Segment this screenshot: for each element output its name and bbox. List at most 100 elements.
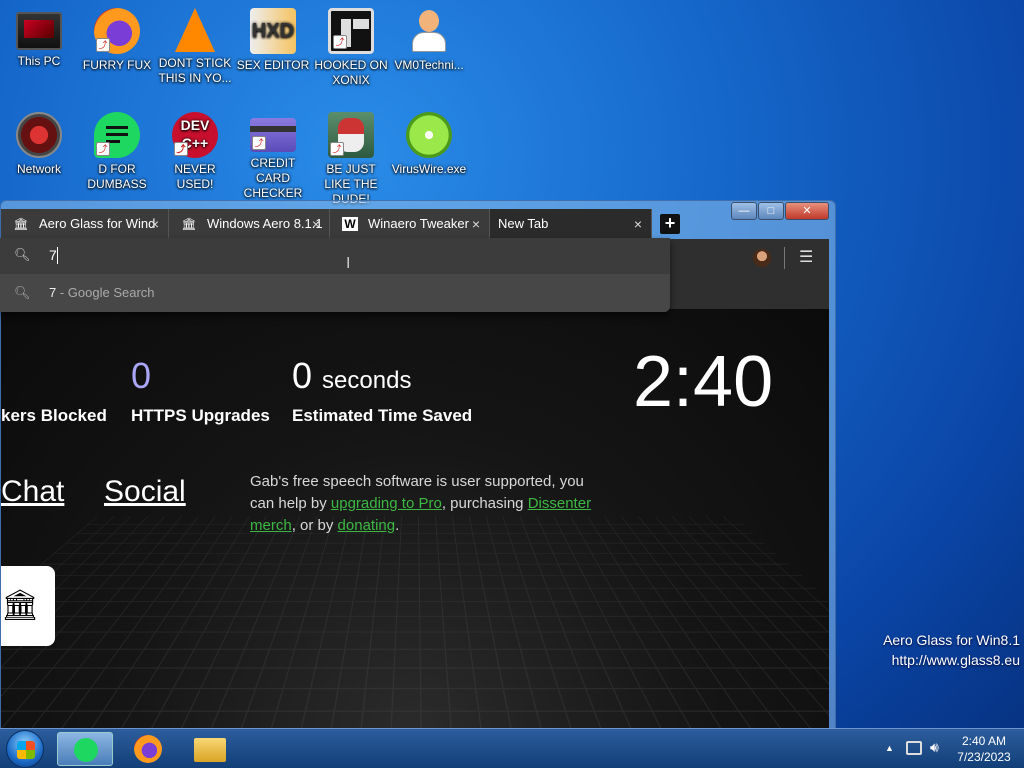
watermark-line2: http://www.glass8.eu [891, 652, 1020, 668]
aero-glass-watermark: Aero Glass for Win8.1 http://www.glass8.… [883, 630, 1020, 670]
omnibox-dropdown: 🔍︎ 7 I 🔍︎ 7 - Google Search [0, 238, 670, 312]
desktop-icon-sex-editor[interactable]: HXD SEX EDITOR [234, 4, 312, 73]
xonix-icon: ⤴ [328, 8, 374, 54]
desktop-icon-dude[interactable]: ⤴ BE JUST LIKE THE DUDE! [312, 108, 390, 207]
tab-label: Aero Glass for Wind [39, 216, 156, 231]
divider [784, 247, 785, 269]
network-icon [16, 112, 62, 158]
nav-social-link[interactable]: Social [104, 475, 186, 509]
devcpp-icon: DEV C++ ⤴ [172, 112, 218, 158]
desktop-icon-furry-fux[interactable]: ⤴ FURRY FUX [78, 4, 156, 73]
start-button[interactable] [6, 730, 44, 768]
https-upgrades-count: 0 [131, 355, 152, 396]
background-grid [1, 516, 829, 731]
folder-icon [194, 738, 226, 762]
icon-label: VM0Techni... [394, 58, 464, 72]
icon-label: D FOR DUMBASS [87, 162, 147, 191]
suggestion-text: 7 - Google Search [49, 285, 155, 300]
taskbar-app-dumbass[interactable] [57, 732, 113, 766]
gab-logo-tile[interactable]: 🏛 [1, 566, 55, 646]
tab-winaero-tweaker[interactable]: W Winaero Tweaker × [330, 209, 490, 239]
suggestion-suffix: - Google Search [56, 285, 155, 300]
taskbar-app-firefox[interactable] [120, 732, 176, 766]
support-message: Gab's free speech software is user suppo… [250, 471, 610, 537]
desktop-icon-network[interactable]: Network [0, 108, 78, 177]
tab-windows-aero[interactable]: 🏛 Windows Aero 8.1.1 × [169, 209, 330, 239]
taskbar-app-explorer[interactable] [182, 732, 238, 766]
desktop-icon-credit-card[interactable]: ⤴ CREDIT CARD CHECKER [234, 108, 312, 201]
tab-close-icon[interactable]: × [148, 209, 162, 239]
tray-expand-button[interactable]: ▲ [885, 743, 894, 753]
dude-icon: ⤴ [328, 112, 374, 158]
desktop-icon-this-pc[interactable]: This PC [0, 4, 78, 69]
tab-label: Winaero Tweaker [368, 216, 469, 231]
tab-label: Windows Aero 8.1.1 [207, 216, 323, 231]
volume-tray-icon[interactable]: 🔊︎ [930, 739, 939, 756]
dumbass-icon [74, 738, 98, 762]
omnibox-input-row[interactable]: 🔍︎ 7 I [0, 238, 670, 274]
tab-label: New Tab [498, 216, 549, 231]
upgrade-pro-link[interactable]: upgrading to Pro [331, 495, 442, 512]
tab-strip: 🏛 Aero Glass for Wind × 🏛 Windows Aero 8… [1, 209, 835, 239]
new-tab-page: kers Blocked 0 HTTPS Upgrades 0 seconds … [1, 309, 829, 731]
icon-label: Network [16, 162, 61, 176]
icon-label: CREDIT CARD CHECKER [243, 156, 303, 200]
trackers-blocked-label: kers Blocked [1, 406, 107, 425]
tab-new-tab[interactable]: New Tab × [490, 209, 652, 239]
taskbar: ▲ 🔊︎ 2:40 AM 7/23/2023 [0, 728, 1024, 768]
winaero-icon: W [342, 217, 358, 231]
nav-chat-link[interactable]: Chat [1, 475, 64, 509]
icon-label: SEX EDITOR [236, 58, 310, 72]
tab-close-icon[interactable]: × [631, 209, 645, 239]
desktop-icon-d-for-dumbass[interactable]: ⤴ D FOR DUMBASS [78, 108, 156, 192]
icon-label: This PC [17, 54, 61, 68]
desktop-icon-never-used[interactable]: DEV C++ ⤴ NEVER USED! [156, 108, 234, 192]
tab-close-icon[interactable]: × [309, 209, 323, 239]
desktop-icon-xonix[interactable]: ⤴ HOOKED ON XONIX [312, 4, 390, 88]
credit-card-icon: ⤴ [250, 118, 296, 152]
time-saved-label: Estimated Time Saved [292, 406, 473, 425]
ibeam-cursor-icon: I [346, 255, 351, 272]
message-text: , purchasing [441, 495, 528, 512]
clock-area[interactable]: 2:40 AM 7/23/2023 [948, 733, 1020, 765]
message-text: . [395, 517, 400, 534]
vlc-icon [175, 8, 215, 52]
time-saved-number: 0 [292, 355, 313, 396]
institution-icon: 🏛 [1, 589, 40, 622]
desktop-icon-viruswire[interactable]: VirusWire.exe [390, 108, 468, 177]
icon-label: HOOKED ON XONIX [314, 58, 388, 87]
hex-editor-icon: HXD [250, 8, 296, 54]
institution-icon: 🏛 [13, 217, 29, 231]
desktop-icon-vm0techni[interactable]: VM0Techni... [390, 4, 468, 73]
donating-link[interactable]: donating [338, 517, 396, 534]
limewire-icon [406, 112, 452, 158]
windows-logo-icon [17, 741, 35, 759]
tab-close-icon[interactable]: × [469, 209, 483, 239]
firefox-icon: ⤴ [94, 8, 140, 54]
desktop-icon-vlc[interactable]: DONT STICK THIS IN YO... [156, 4, 234, 86]
icon-label: VirusWire.exe [391, 162, 467, 176]
icon-label: FURRY FUX [82, 58, 152, 72]
menu-icon[interactable]: ☰ [799, 247, 813, 267]
computer-icon [16, 12, 62, 50]
omnibox-suggestion[interactable]: 🔍︎ 7 - Google Search [0, 274, 670, 312]
icon-label: DONT STICK THIS IN YO... [158, 56, 232, 85]
firefox-icon [134, 735, 162, 763]
taskbar-date: 7/23/2023 [957, 750, 1011, 764]
time-saved-value: 0 seconds [292, 355, 411, 397]
institution-icon: 🏛 [181, 217, 197, 231]
watermark-line1: Aero Glass for Win8.1 [883, 632, 1020, 648]
time-saved-unit: seconds [322, 367, 412, 394]
message-text: , or by [291, 517, 338, 534]
tab-aero-glass[interactable]: 🏛 Aero Glass for Wind × [1, 209, 169, 239]
new-tab-button[interactable]: + [660, 214, 680, 234]
profile-avatar[interactable] [753, 249, 771, 267]
dumbass-icon: ⤴ [94, 112, 140, 158]
taskbar-time: 2:40 AM [961, 734, 1007, 748]
search-icon: 🔍︎ [14, 247, 31, 262]
omnibox-input[interactable]: 7 [49, 247, 57, 263]
https-upgrades-label: HTTPS Upgrades [131, 406, 270, 425]
network-tray-icon[interactable] [906, 741, 922, 755]
text-cursor [57, 247, 58, 264]
icon-label: NEVER USED! [174, 162, 216, 191]
